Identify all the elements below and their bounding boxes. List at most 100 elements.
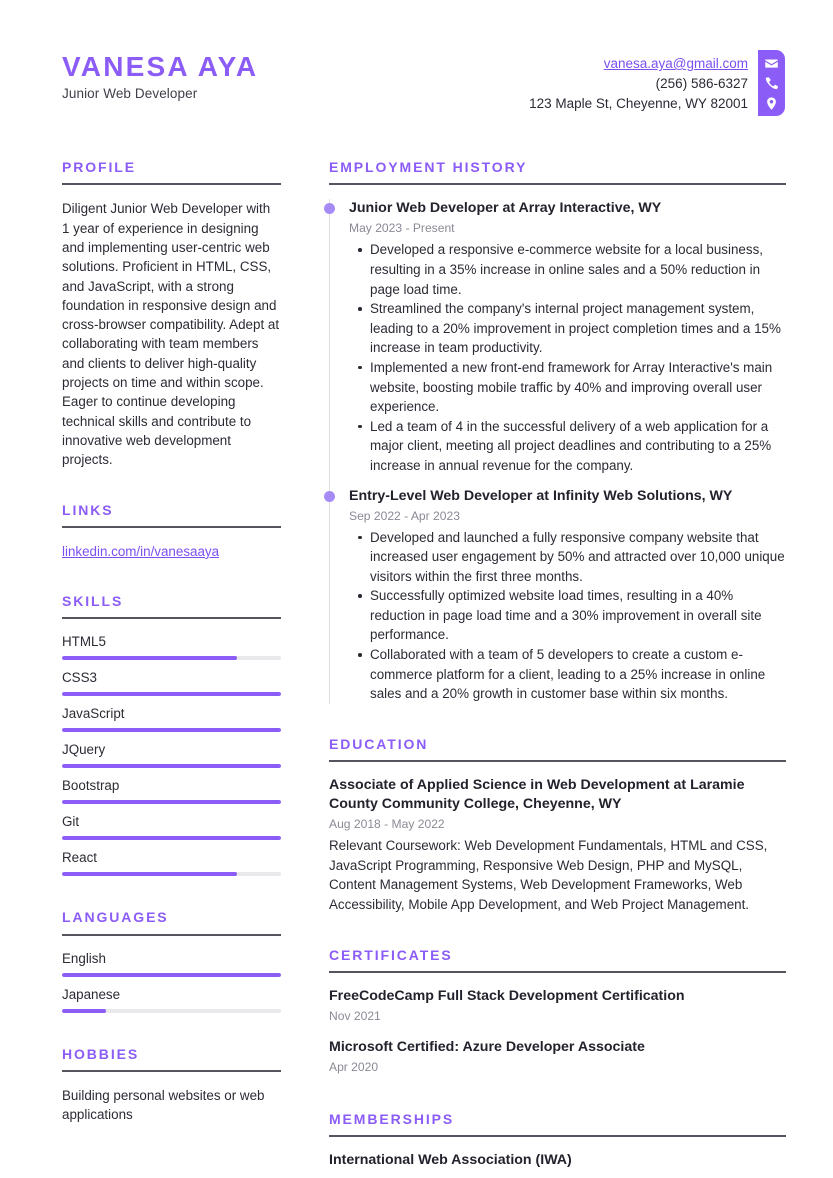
skill-label: Japanese [62, 986, 121, 1002]
section-links: LINKS linkedin.com/in/vanesaaya [62, 501, 281, 561]
job-title-subtitle: Junior Web Developer [62, 86, 198, 102]
profile-text: Diligent Junior Web Developer with 1 yea… [62, 201, 280, 468]
skill-label: Bootstrap [62, 778, 120, 794]
section-divider [329, 1135, 786, 1138]
skill-level-track [62, 872, 281, 877]
skill-level-fill [62, 872, 238, 877]
skill-level-fill [62, 800, 281, 805]
page-title: VANESA AYA [62, 51, 259, 82]
employment-title: Junior Web Developer at Array Interactiv… [349, 200, 662, 217]
list-item: English [62, 950, 281, 977]
section-heading-languages: LANGUAGES [62, 909, 169, 926]
skill-level-track [62, 728, 281, 733]
sidebar-column: PROFILE Diligent Junior Web Developer wi… [62, 159, 281, 1125]
skill-level-track [62, 656, 281, 661]
skill-label: React [62, 850, 97, 866]
list-item: Japanese [62, 986, 281, 1013]
main-column: EMPLOYMENT HISTORY Junior Web Developer … [324, 159, 786, 1170]
employment-date: May 2023 - Present [349, 221, 455, 236]
section-heading-memberships: MEMBERSHIPS [329, 1111, 455, 1128]
contact-phone: (256) 586-6327 [655, 76, 748, 91]
section-heading-hobbies: HOBBIES [62, 1045, 140, 1062]
skill-level-fill [62, 728, 281, 733]
employment-timeline: Junior Web Developer at Array Interactiv… [324, 199, 786, 704]
skill-level-track [62, 836, 281, 841]
list-item: Led a team of 4 in the successful delive… [358, 417, 786, 476]
contact-block: vanesa.aya@gmail.com (256) 586-6327 123 … [529, 54, 748, 114]
timeline-dot-icon [324, 203, 335, 215]
list-item: Developed a responsive e-commerce websit… [358, 240, 786, 299]
list-item: Collaborated with a team of 5 developers… [358, 645, 786, 704]
section-divider [329, 183, 786, 186]
education-title: Associate of Applied Science in Web Deve… [329, 777, 745, 813]
certificate-entry: Microsoft Certified: Azure Developer Ass… [329, 1038, 786, 1076]
certificate-date: Apr 2020 [329, 1060, 379, 1075]
links-list: linkedin.com/in/vanesaaya [62, 542, 281, 561]
section-memberships: MEMBERSHIPS International Web Associatio… [329, 1111, 786, 1170]
section-heading-skills: SKILLS [62, 592, 124, 609]
employment-title: Entry-Level Web Developer at Infinity We… [349, 487, 733, 504]
section-education: EDUCATION Associate of Applied Science i… [329, 735, 786, 915]
skill-level-fill [62, 836, 281, 841]
education-list: Associate of Applied Science in Web Deve… [329, 776, 786, 914]
list-item: Successfully optimized website load time… [358, 586, 786, 645]
skills-list: HTML5 CSS3 JavaScript JQuery Bootstrap Git Rea… [62, 633, 281, 877]
section-heading-education: EDUCATION [329, 735, 429, 752]
skill-level-track [62, 1008, 281, 1013]
skill-label: JQuery [62, 742, 106, 758]
employment-bullet-list: Developed a responsive e-commerce websit… [349, 240, 786, 475]
skill-level-track [62, 972, 281, 977]
education-body: Relevant Coursework: Web Development Fun… [329, 838, 768, 913]
section-divider [62, 933, 281, 936]
skill-level-track [62, 692, 281, 697]
list-item: Streamlined the company's internal proje… [358, 299, 786, 358]
link-linkedin[interactable]: linkedin.com/in/vanesaaya [62, 542, 219, 561]
employment-date: Sep 2022 - Apr 2023 [349, 508, 460, 523]
list-item: HTML5 [62, 633, 281, 661]
section-employment-history: EMPLOYMENT HISTORY Junior Web Developer … [324, 159, 786, 704]
section-divider [62, 617, 281, 620]
resume-header: VANESA AYA Junior Web Developer vanesa.a… [0, 0, 833, 138]
certificate-date: Nov 2021 [329, 1009, 381, 1024]
list-item: React [62, 849, 281, 877]
certificate-entry: FreeCodeCamp Full Stack Development Cert… [329, 987, 786, 1025]
section-heading-profile: PROFILE [62, 159, 136, 175]
skill-level-track [62, 800, 281, 805]
employment-bullet-list: Developed and launched a fully responsiv… [349, 528, 786, 704]
list-item: Implemented a new front-end framework fo… [358, 358, 786, 417]
section-divider [329, 971, 786, 974]
section-divider [329, 760, 786, 763]
section-skills: SKILLS HTML5 CSS3 JavaScript JQuery Bootstra… [62, 592, 281, 877]
contact-address: 123 Maple St, Cheyenne, WY 82001 [529, 96, 748, 111]
section-divider [62, 525, 281, 528]
contact-email[interactable]: vanesa.aya@gmail.com [529, 54, 748, 74]
section-languages: LANGUAGES English Japanese [62, 909, 281, 1013]
membership-entry: International Web Association (IWA) [329, 1151, 786, 1170]
memberships-list: International Web Association (IWA) [329, 1151, 786, 1170]
location-pin-icon [767, 96, 776, 110]
education-entry: Associate of Applied Science in Web Deve… [329, 776, 786, 914]
timeline-dot-icon [324, 490, 335, 502]
hobbies-text: Building personal websites or web applic… [62, 1088, 265, 1123]
contact-icon-rail [758, 50, 785, 116]
skill-label: CSS3 [62, 670, 97, 686]
skill-level-fill [62, 656, 238, 661]
education-date: Aug 2018 - May 2022 [329, 817, 445, 832]
skill-level-fill [62, 692, 281, 697]
section-divider [62, 1070, 281, 1073]
list-item: Git [62, 813, 281, 841]
skill-label: HTML5 [62, 634, 106, 650]
skill-level-track [62, 764, 281, 769]
skill-level-fill [62, 764, 281, 769]
section-heading-links: LINKS [62, 501, 114, 518]
resume-page: VANESA AYA Junior Web Developer vanesa.a… [0, 0, 833, 1178]
skill-level-fill [62, 972, 281, 977]
languages-list: English Japanese [62, 950, 281, 1013]
membership-title: International Web Association (IWA) [329, 1152, 572, 1169]
